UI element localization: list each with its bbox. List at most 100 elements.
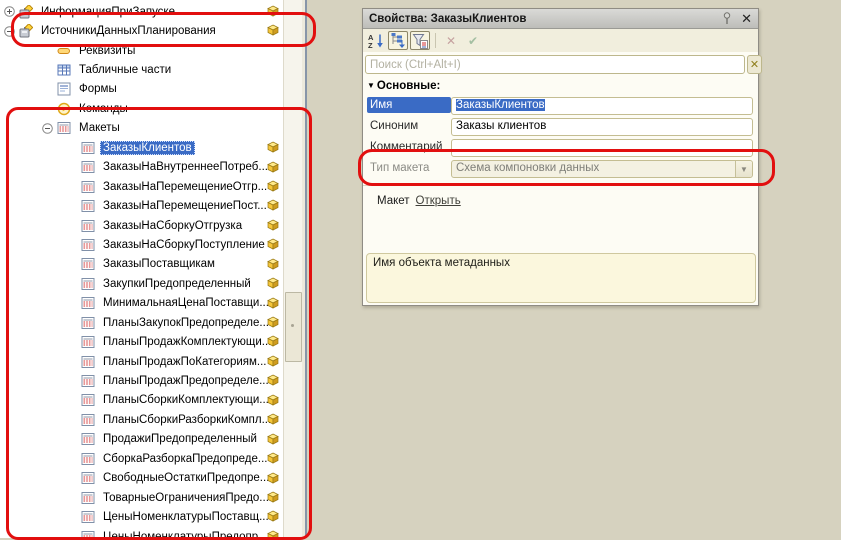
tree-item-label: ИнформацияПриЗапуске	[38, 5, 178, 19]
tree-row[interactable]: ЗаказыНаСборкуПоступление	[0, 235, 283, 254]
cube-icon	[267, 374, 279, 386]
tree-row[interactable]: Табличные части	[0, 60, 283, 79]
delete-x-button: ✕	[441, 31, 461, 50]
tree-row[interactable]: ПланыПродажПоКатегориям...	[0, 352, 283, 371]
minus-expander-icon[interactable]	[42, 123, 53, 134]
search-clear-icon[interactable]: ✕	[747, 55, 762, 74]
template-icon	[81, 393, 95, 407]
property-input[interactable]: Заказы клиентов	[451, 118, 753, 136]
tree-row[interactable]: ЗаказыНаВнутреннееПотреб...	[0, 158, 283, 177]
tree-row[interactable]: МинимальнаяЦенаПоставщи...	[0, 294, 283, 313]
tree-item-label: ЗаказыНаСборкуОтгрузка	[100, 219, 245, 233]
property-hint-box: Имя объекта метаданных	[366, 253, 756, 303]
tree-row[interactable]: Макеты	[0, 119, 283, 138]
tree-row[interactable]: СвободныеОстаткиПредопре...	[0, 469, 283, 488]
cube-icon	[267, 433, 279, 445]
template-icon	[81, 141, 95, 155]
tree-row[interactable]: ПродажиПредопределенный	[0, 430, 283, 449]
property-label[interactable]: Тип макета	[367, 160, 451, 176]
sort-az-button[interactable]: AZ	[366, 31, 386, 50]
cube-icon	[267, 277, 279, 289]
template-icon	[81, 510, 95, 524]
cube-icon	[267, 199, 279, 211]
apply-check-button: ✔	[463, 31, 483, 50]
command-icon	[57, 102, 71, 116]
cube-icon	[267, 316, 279, 328]
template-icon	[81, 160, 95, 174]
cube-icon	[267, 491, 279, 503]
plus-expander-icon[interactable]	[4, 6, 15, 17]
section-separator	[363, 185, 758, 186]
open-layout-link[interactable]: Открыть	[416, 195, 461, 207]
property-label[interactable]: Комментарий	[367, 139, 451, 155]
tree-item-label: СвободныеОстаткиПредопре...	[100, 471, 272, 485]
template-icon	[81, 432, 95, 446]
tree-row[interactable]: ЗакупкиПредопределенный	[0, 274, 283, 293]
attribute-icon	[57, 44, 71, 58]
metadata-tree-window: ИнформацияПриЗапуске ИсточникиДанныхПлани…	[0, 0, 307, 538]
template-icon	[81, 355, 95, 369]
tree-row[interactable]: ЗаказыНаПеремещениеОтгр...	[0, 177, 283, 196]
tree-row[interactable]: Реквизиты	[0, 41, 283, 60]
property-combo[interactable]: Схема компоновки данных▼	[451, 160, 753, 178]
template-icon	[81, 277, 95, 291]
close-icon[interactable]: ✕	[741, 12, 752, 25]
template-icon	[57, 121, 71, 135]
layout-row: МакетОткрыть	[377, 195, 461, 207]
property-label[interactable]: Имя	[367, 97, 451, 113]
tree-row[interactable]: ИнформацияПриЗапуске	[0, 2, 283, 21]
tree-row[interactable]: ПланыСборкиКомплектующи...	[0, 391, 283, 410]
property-row: Тип макетаСхема компоновки данных▼	[363, 160, 758, 181]
search-field[interactable]	[365, 55, 745, 74]
tree-item-label: СборкаРазборкаПредопреде...	[100, 452, 271, 466]
cube-icon	[267, 394, 279, 406]
tree-row[interactable]: ЗаказыПоставщикам	[0, 255, 283, 274]
tree-row[interactable]: ПланыПродажПредопределе...	[0, 371, 283, 390]
tree-item-label: Формы	[76, 82, 120, 96]
template-icon	[81, 530, 95, 538]
tree-scrollbar[interactable]	[283, 0, 302, 538]
pin-icon[interactable]	[723, 12, 731, 25]
property-input[interactable]	[451, 139, 753, 157]
tree-row[interactable]: Команды	[0, 99, 283, 118]
template-icon	[81, 257, 95, 271]
search-input[interactable]	[366, 57, 744, 72]
tree-row[interactable]: ТоварныеОграниченияПредо...	[0, 488, 283, 507]
toolbar-separator	[435, 33, 436, 48]
tree-row[interactable]: ЦеныНоменклатурыПредопр...	[0, 527, 283, 538]
tree-row[interactable]: ПланыСборкиРазборкиКомпл...	[0, 410, 283, 429]
tree-row[interactable]: ПланыПродажКомплектующи...	[0, 332, 283, 351]
tree-item-label: ЦеныНоменклатурыПредопр...	[100, 530, 271, 538]
tree-row[interactable]: ЗаказыНаПеремещениеПост...	[0, 196, 283, 215]
tree-item-label: ПланыСборкиРазборкиКомпл...	[100, 413, 274, 427]
form-icon	[57, 82, 71, 96]
template-icon	[81, 219, 95, 233]
tree-scrollbar-thumb[interactable]	[285, 292, 302, 362]
tree-row[interactable]: Формы	[0, 80, 283, 99]
cube-icon	[267, 510, 279, 522]
property-label[interactable]: Синоним	[367, 118, 451, 134]
tree-item-label: ЗакупкиПредопределенный	[100, 277, 254, 291]
tree-item-label: ЗаказыПоставщикам	[100, 257, 218, 271]
cube-icon	[267, 472, 279, 484]
cube-icon	[267, 258, 279, 270]
chevron-down-icon[interactable]: ▼	[735, 161, 752, 177]
cube-icon	[267, 297, 279, 309]
tree-row[interactable]: ЗаказыКлиентов	[0, 138, 283, 157]
tree-item-label: ПланыПродажПоКатегориям...	[100, 355, 270, 369]
tree-item-label: ЗаказыКлиентов	[100, 141, 195, 155]
section-header[interactable]: ▼Основные:	[367, 80, 440, 92]
property-input[interactable]: ЗаказыКлиентов	[451, 97, 753, 115]
tree-item-label: Макеты	[76, 121, 123, 135]
minus-expander-icon[interactable]	[4, 26, 15, 37]
tree-view-button[interactable]	[388, 31, 408, 50]
tree-row[interactable]: СборкаРазборкаПредопреде...	[0, 449, 283, 468]
filter-button[interactable]	[410, 31, 430, 50]
tree-row[interactable]: ИсточникиДанныхПланирования	[0, 21, 283, 40]
object-icon	[19, 5, 33, 19]
tree-row[interactable]: ЗаказыНаСборкуОтгрузка	[0, 216, 283, 235]
cube-icon	[267, 238, 279, 250]
tree-row[interactable]: ЦеныНоменклатурыПоставщ...	[0, 507, 283, 526]
template-icon	[81, 471, 95, 485]
tree-row[interactable]: ПланыЗакупокПредопределе...	[0, 313, 283, 332]
